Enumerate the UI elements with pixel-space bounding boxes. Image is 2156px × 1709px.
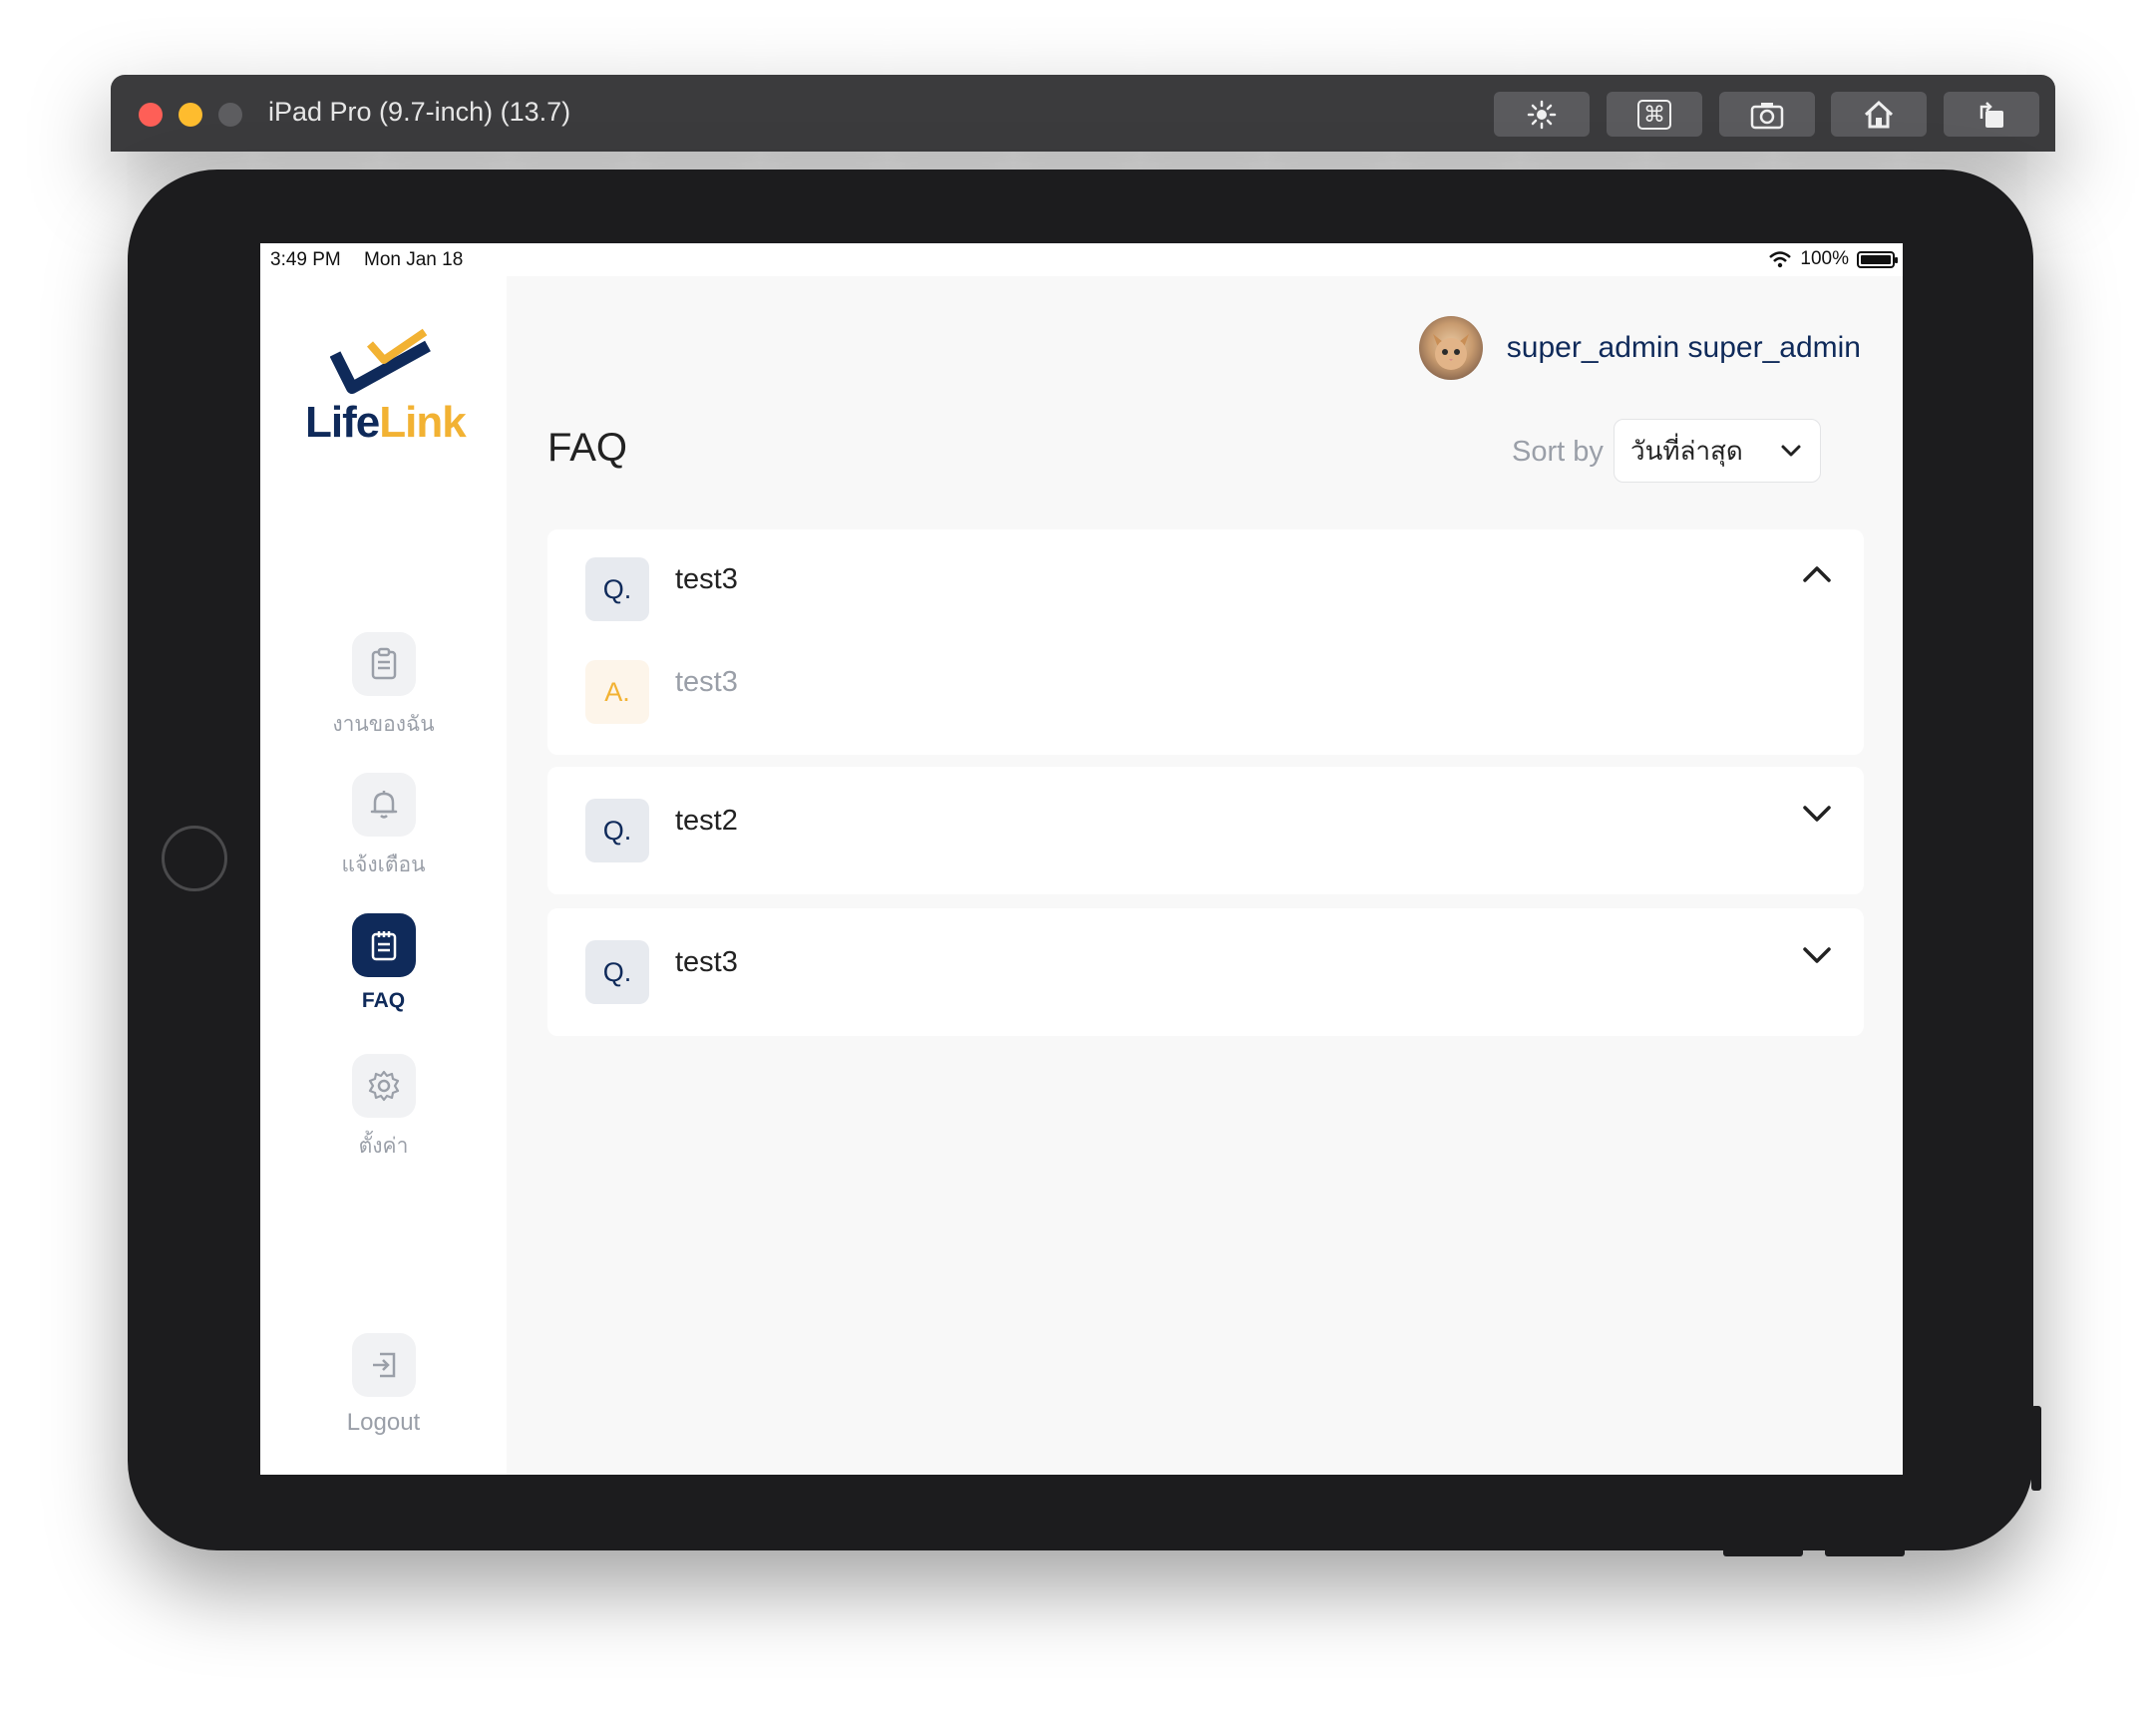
rotate-icon — [1979, 101, 2003, 128]
user-profile[interactable]: super_admin super_admin — [1418, 316, 1861, 380]
main-content: super_admin super_admin FAQ Sort by วันท… — [507, 276, 1903, 1475]
sort-label: Sort by — [1512, 436, 1604, 468]
screenshot-button[interactable] — [1719, 92, 1815, 137]
clipboard-icon — [371, 647, 396, 680]
faq-answer: test3 — [675, 666, 738, 698]
faq-question: test2 — [675, 805, 738, 837]
status-time: 3:49 PM — [270, 249, 341, 270]
lifelink-logo: LifeLink — [305, 326, 467, 466]
faq-item: Q. test3 A. test3 — [547, 529, 1864, 755]
ipad-device-frame: 3:49 PM Mon Jan 18 100% LifeLink งานของฉ… — [128, 170, 2041, 1556]
logo-wordmark: LifeLink — [305, 398, 467, 447]
user-name: super_admin super_admin — [1506, 331, 1861, 364]
brightness-button[interactable] — [1494, 92, 1590, 137]
sort-dropdown[interactable]: วันที่ล่าสุด — [1614, 419, 1821, 483]
question-badge: Q. — [585, 799, 649, 862]
close-window-button[interactable] — [139, 103, 163, 127]
sidebar-item-label: งานของฉัน — [332, 713, 435, 736]
answer-badge: A. — [585, 660, 649, 724]
device-button-right — [1825, 1548, 1905, 1556]
faq-question[interactable]: test3 — [675, 563, 738, 596]
sidebar: LifeLink งานของฉัน แจ้งเตือน FAQ ตั้งค่า… — [260, 276, 507, 1475]
simulator-title: iPad Pro (9.7-inch) (13.7) — [268, 97, 571, 127]
bell-icon — [370, 791, 397, 819]
home-icon — [1864, 100, 1894, 128]
logout-label: Logout — [346, 1409, 421, 1436]
wifi-icon — [1769, 251, 1792, 268]
sidebar-item-notifications[interactable]: แจ้งเตือน — [260, 773, 507, 881]
rotate-button[interactable] — [1944, 92, 2039, 137]
sidebar-item-my-tasks[interactable]: งานของฉัน — [260, 632, 507, 741]
sidebar-item-settings[interactable]: ตั้งค่า — [260, 1054, 507, 1163]
faq-item[interactable]: Q. test2 — [547, 767, 1864, 894]
home-button[interactable] — [1831, 92, 1927, 137]
logout-button[interactable]: Logout — [260, 1333, 507, 1437]
chevron-down-icon[interactable] — [1800, 797, 1834, 831]
sidebar-item-faq[interactable]: FAQ — [260, 913, 507, 1013]
device-home-button[interactable] — [162, 826, 227, 891]
device-screen: 3:49 PM Mon Jan 18 100% LifeLink งานของฉ… — [260, 243, 1903, 1475]
battery-percent: 100% — [1800, 248, 1849, 269]
simulator-titlebar: iPad Pro (9.7-inch) (13.7) ⌘ — [111, 75, 2055, 152]
command-button[interactable]: ⌘ — [1607, 92, 1702, 137]
sidebar-item-label: ตั้งค่า — [358, 1135, 409, 1158]
minimize-window-button[interactable] — [179, 103, 202, 127]
battery-icon — [1857, 250, 1898, 268]
gear-icon — [368, 1070, 399, 1102]
notepad-icon — [371, 931, 396, 961]
chevron-down-icon — [1781, 445, 1801, 457]
volume-button — [2031, 1406, 2041, 1491]
cat-avatar-icon — [1432, 334, 1469, 370]
faq-question: test3 — [675, 946, 738, 978]
status-bar: 3:49 PM Mon Jan 18 100% — [260, 243, 1903, 276]
zoom-window-button[interactable] — [218, 103, 242, 127]
sort-value: วันที่ล่าสุด — [1630, 435, 1743, 466]
logout-icon — [372, 1352, 395, 1378]
sidebar-item-label: แจ้งเตือน — [341, 854, 426, 876]
logo-check-icon — [330, 328, 431, 394]
brightness-icon — [1527, 100, 1557, 129]
command-icon: ⌘ — [1637, 99, 1671, 130]
screenshot-icon — [1750, 102, 1784, 129]
chevron-up-icon[interactable] — [1800, 557, 1834, 591]
question-badge: Q. — [585, 940, 649, 1004]
page-title: FAQ — [547, 426, 628, 470]
chevron-down-icon[interactable] — [1800, 938, 1834, 972]
question-badge: Q. — [585, 557, 649, 621]
faq-item[interactable]: Q. test3 — [547, 908, 1864, 1036]
status-date: Mon Jan 18 — [364, 249, 464, 270]
avatar — [1418, 316, 1483, 380]
device-button-left — [1723, 1548, 1803, 1556]
simulator-window: iPad Pro (9.7-inch) (13.7) ⌘ 3:49 PM Mon… — [111, 75, 2055, 1570]
sidebar-item-label: FAQ — [361, 989, 406, 1012]
